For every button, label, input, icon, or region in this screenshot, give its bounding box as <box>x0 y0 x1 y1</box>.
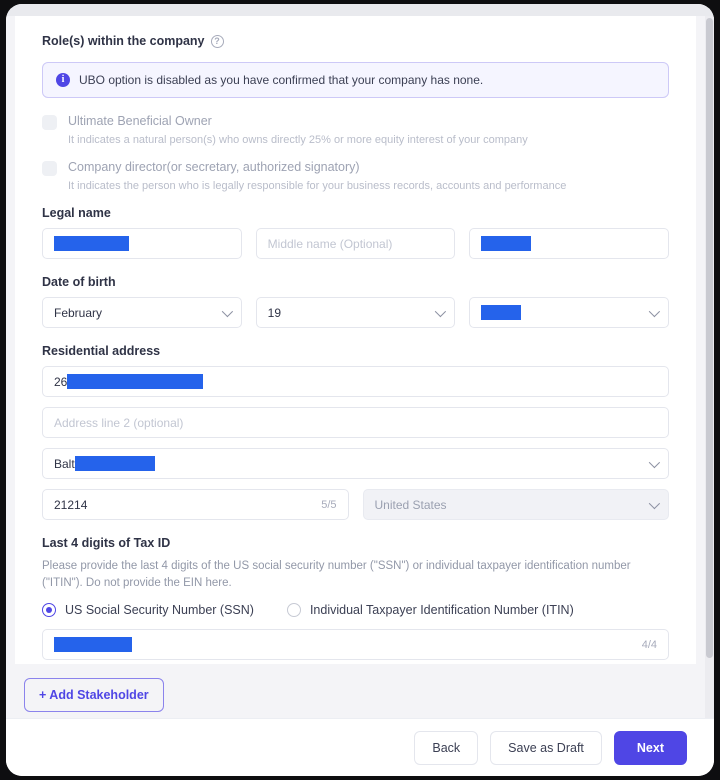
tax-id-description: Please provide the last 4 digits of the … <box>42 558 669 591</box>
scrollbar-track[interactable] <box>705 16 714 718</box>
radio-itin[interactable] <box>287 603 301 617</box>
zip-input[interactable]: 21214 5/5 <box>42 489 349 520</box>
address-line1-redaction <box>67 374 203 389</box>
tax-id-counter: 4/4 <box>642 639 657 651</box>
next-button[interactable]: Next <box>614 731 687 765</box>
save-draft-button[interactable]: Save as Draft <box>490 731 602 765</box>
birth-year-select[interactable] <box>469 297 669 328</box>
radio-option-ssn[interactable]: US Social Security Number (SSN) <box>42 603 254 617</box>
zip-value: 21214 <box>54 498 87 512</box>
last-name-redaction <box>481 236 531 251</box>
legal-name-group: Legal name Middle name (Optional) <box>42 206 669 259</box>
city-select[interactable]: Balt <box>42 448 669 479</box>
legal-name-label: Legal name <box>42 206 669 220</box>
address-line1-input[interactable]: 26 <box>42 366 669 397</box>
checkbox-director[interactable] <box>42 161 57 176</box>
scrollbar-thumb[interactable] <box>706 18 713 658</box>
checkbox-label-director: Company director(or secretary, authorize… <box>68 160 360 174</box>
back-button[interactable]: Back <box>414 731 478 765</box>
city-redaction <box>75 456 155 471</box>
chevron-down-icon <box>649 456 660 467</box>
question-circle-icon[interactable]: ? <box>211 35 224 48</box>
radio-option-itin[interactable]: Individual Taxpayer Identification Numbe… <box>287 603 574 617</box>
info-banner-text: UBO option is disabled as you have confi… <box>79 73 483 87</box>
app-window: Role(s) within the company ? i UBO optio… <box>6 4 714 776</box>
scroll-area[interactable]: Role(s) within the company ? i UBO optio… <box>6 16 714 718</box>
checkbox-label-ubo: Ultimate Beneficial Owner <box>68 114 212 128</box>
tax-id-group: Last 4 digits of Tax ID Please provide t… <box>42 536 669 660</box>
zip-counter: 5/5 <box>321 499 336 511</box>
chevron-down-icon <box>649 305 660 316</box>
cutoff-top-strip <box>6 4 714 16</box>
last-name-input[interactable] <box>469 228 669 259</box>
checkbox-ubo[interactable] <box>42 115 57 130</box>
address-line1-value: 26 <box>54 375 67 389</box>
date-of-birth-label: Date of birth <box>42 275 669 289</box>
section-title-text: Role(s) within the company <box>42 34 205 48</box>
checkbox-row-director[interactable]: Company director(or secretary, authorize… <box>42 160 669 176</box>
checkbox-row-ubo[interactable]: Ultimate Beneficial Owner <box>42 114 669 130</box>
tax-id-label: Last 4 digits of Tax ID <box>42 536 669 550</box>
birth-day-value: 19 <box>268 306 281 320</box>
checkbox-help-director: It indicates the person who is legally r… <box>68 180 669 192</box>
footer-actions: Back Save as Draft Next <box>6 718 714 776</box>
residential-address-group: Residential address 26 Address line 2 (o… <box>42 344 669 520</box>
add-stakeholder-button[interactable]: + Add Stakeholder <box>24 678 164 712</box>
middle-name-input[interactable]: Middle name (Optional) <box>256 228 456 259</box>
birth-year-redaction <box>481 305 521 320</box>
address-line2-input[interactable]: Address line 2 (optional) <box>42 407 669 438</box>
tax-id-redaction <box>54 637 132 652</box>
info-icon: i <box>56 73 70 87</box>
country-value: United States <box>375 498 447 512</box>
checkbox-help-ubo: It indicates a natural person(s) who own… <box>68 134 669 146</box>
radio-ssn[interactable] <box>42 603 56 617</box>
birth-month-select[interactable]: February <box>42 297 242 328</box>
first-name-redaction <box>54 236 129 251</box>
residential-address-label: Residential address <box>42 344 669 358</box>
birth-month-value: February <box>54 306 102 320</box>
radio-label-itin: Individual Taxpayer Identification Numbe… <box>310 603 574 617</box>
page-title: Role(s) within the company ? <box>42 34 669 48</box>
first-name-input[interactable] <box>42 228 242 259</box>
city-value: Balt <box>54 457 75 471</box>
birth-day-select[interactable]: 19 <box>256 297 456 328</box>
tax-id-input[interactable]: 4/4 <box>42 629 669 660</box>
stakeholder-form-card: Role(s) within the company ? i UBO optio… <box>15 16 696 698</box>
date-of-birth-group: Date of birth February 19 <box>42 275 669 328</box>
chevron-down-icon <box>649 497 660 508</box>
radio-label-ssn: US Social Security Number (SSN) <box>65 603 254 617</box>
info-banner: i UBO option is disabled as you have con… <box>42 62 669 98</box>
tax-id-radio-group: US Social Security Number (SSN) Individu… <box>42 603 669 617</box>
add-stakeholder-zone: + Add Stakeholder You can add 4 benefici… <box>15 664 696 718</box>
chevron-down-icon <box>435 305 446 316</box>
chevron-down-icon <box>221 305 232 316</box>
country-select: United States <box>363 489 670 520</box>
